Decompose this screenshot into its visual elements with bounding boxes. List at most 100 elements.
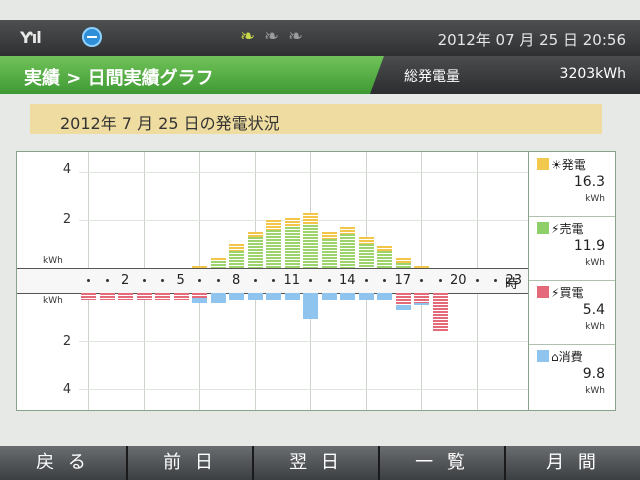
x-tick-dot xyxy=(161,279,164,282)
grid-line-horizontal xyxy=(79,341,531,342)
monthly-button[interactable]: 月 間 xyxy=(506,446,640,480)
breadcrumb: 実績 > 日間実績グラフ xyxy=(24,68,214,89)
bar-generation xyxy=(303,212,318,225)
x-tick-dot xyxy=(475,279,479,282)
bar-generation xyxy=(266,220,281,230)
x-tick-dot xyxy=(142,279,146,282)
y-tick-top-4: 4 xyxy=(62,162,72,177)
legend-swatch xyxy=(537,350,549,362)
bar-consumption xyxy=(247,293,263,301)
bar-generation xyxy=(358,236,374,244)
bar-generation xyxy=(284,217,300,228)
x-tick-label: 11 xyxy=(283,273,301,288)
back-button[interactable]: 戻 る xyxy=(0,446,128,480)
bar-consumption xyxy=(340,293,355,301)
screen: Ƴıl ❧ ❧ ❧ 2012年 07 月 25 日 20:56 実績 > 日間実… xyxy=(0,0,640,480)
bar-buy xyxy=(414,293,429,303)
y-tick-top-2: 2 xyxy=(62,212,72,227)
x-tick-dot xyxy=(309,279,312,282)
page-title: 2012年 7 月 25 日の発電状況 xyxy=(60,114,280,133)
bar-sell xyxy=(229,251,244,268)
bar-consumption xyxy=(321,293,337,301)
bar-buy xyxy=(136,293,152,301)
x-tick-label: 5 xyxy=(176,273,185,288)
unit-label-top: kWh xyxy=(43,256,63,266)
house-icon: ⌂ xyxy=(551,350,559,364)
x-tick-dot xyxy=(87,279,90,282)
bar-consumption xyxy=(210,293,226,303)
x-tick-dot xyxy=(383,279,386,282)
legend-swatch xyxy=(537,222,549,234)
sun-icon: ☀ xyxy=(551,158,562,172)
x-tick-dot xyxy=(105,279,109,282)
bar-sell xyxy=(284,227,300,268)
bar-buy xyxy=(155,293,170,301)
bar-consumption xyxy=(377,293,392,301)
x-tick-label: 8 xyxy=(232,273,241,288)
next-day-button[interactable]: 翌 日 xyxy=(254,446,380,480)
legend: ☀発電 16.3 kWh ⚡売電 11.9 kWh ⚡買電 5.4 kWh ⌂消… xyxy=(528,151,616,411)
y-tick-bottom-2: 2 xyxy=(62,334,72,349)
header-bar: 実績 > 日間実績グラフ 総発電量 3203kWh xyxy=(0,56,640,94)
total-generation-label: 総発電量 xyxy=(404,69,460,85)
legend-swatch xyxy=(537,286,549,298)
bar-buy xyxy=(395,293,411,305)
legend-value: 16.3 xyxy=(573,174,605,190)
bar-generation xyxy=(340,227,355,235)
bar-sell xyxy=(377,251,392,268)
bar-consumption xyxy=(266,293,281,301)
legend-value: 5.4 xyxy=(582,302,605,318)
bar-sell xyxy=(247,236,263,268)
legend-unit: kWh xyxy=(585,322,605,332)
bar-buy xyxy=(118,293,133,301)
bar-consumption xyxy=(358,293,374,301)
unit-label-bottom: kWh xyxy=(43,296,63,306)
bar-buy xyxy=(432,293,448,332)
x-axis-suffix: 時 xyxy=(505,277,519,292)
total-generation-value: 3203kWh xyxy=(559,66,626,82)
previous-day-button[interactable]: 前 日 xyxy=(128,446,254,480)
signal-strength-icon: Ƴıl xyxy=(20,28,42,47)
x-tick-dot xyxy=(253,279,257,282)
legend-value: 11.9 xyxy=(573,238,605,254)
legend-name: ☀発電 xyxy=(551,158,586,172)
bar-buy xyxy=(173,293,189,301)
title-bar: 2012年 7 月 25 日の発電状況 xyxy=(30,104,602,134)
legend-swatch xyxy=(537,158,549,170)
bar-sell xyxy=(210,260,226,268)
x-tick-label: 17 xyxy=(394,273,412,288)
bar-buy xyxy=(81,293,96,301)
legend-unit: kWh xyxy=(585,386,605,396)
bar-generation xyxy=(321,232,337,240)
total-generation-box: 総発電量 3203kWh xyxy=(370,56,640,94)
leaf-icon: ❧ xyxy=(240,26,256,47)
x-tick-dot xyxy=(216,279,220,282)
legend-unit: kWh xyxy=(585,194,605,204)
status-bar: Ƴıl ❧ ❧ ❧ 2012年 07 月 25 日 20:56 xyxy=(0,20,640,56)
x-tick-dot xyxy=(494,279,497,282)
network-icon xyxy=(82,27,102,47)
bar-sell xyxy=(303,224,318,268)
legend-name: ⚡売電 xyxy=(551,222,584,236)
bar-consumption xyxy=(284,293,300,301)
legend-name: ⚡買電 xyxy=(551,286,584,300)
grid-line-horizontal xyxy=(79,389,531,390)
bar-sell xyxy=(358,244,374,268)
bar-buy xyxy=(99,293,115,301)
bar-buy xyxy=(192,293,207,298)
x-tick-dot xyxy=(438,279,442,282)
legend-buy: ⚡買電 5.4 kWh xyxy=(529,280,615,345)
legend-generation: ☀発電 16.3 kWh xyxy=(529,152,615,217)
list-button[interactable]: 一 覧 xyxy=(380,446,506,480)
x-tick-dot xyxy=(420,279,423,282)
x-tick-label: 14 xyxy=(339,273,356,288)
bar-sell xyxy=(321,239,337,268)
legend-value: 9.8 xyxy=(582,366,605,382)
legend-sell: ⚡売電 11.9 kWh xyxy=(529,216,615,281)
bar-consumption xyxy=(303,293,318,320)
x-tick-dot xyxy=(272,279,275,282)
grid-line-horizontal xyxy=(79,172,531,173)
datetime: 2012年 07 月 25 日 20:56 xyxy=(437,31,626,49)
bar-consumption xyxy=(229,293,244,301)
x-axis: 2 5 8 11 14 17 20 23 時 xyxy=(17,268,531,294)
